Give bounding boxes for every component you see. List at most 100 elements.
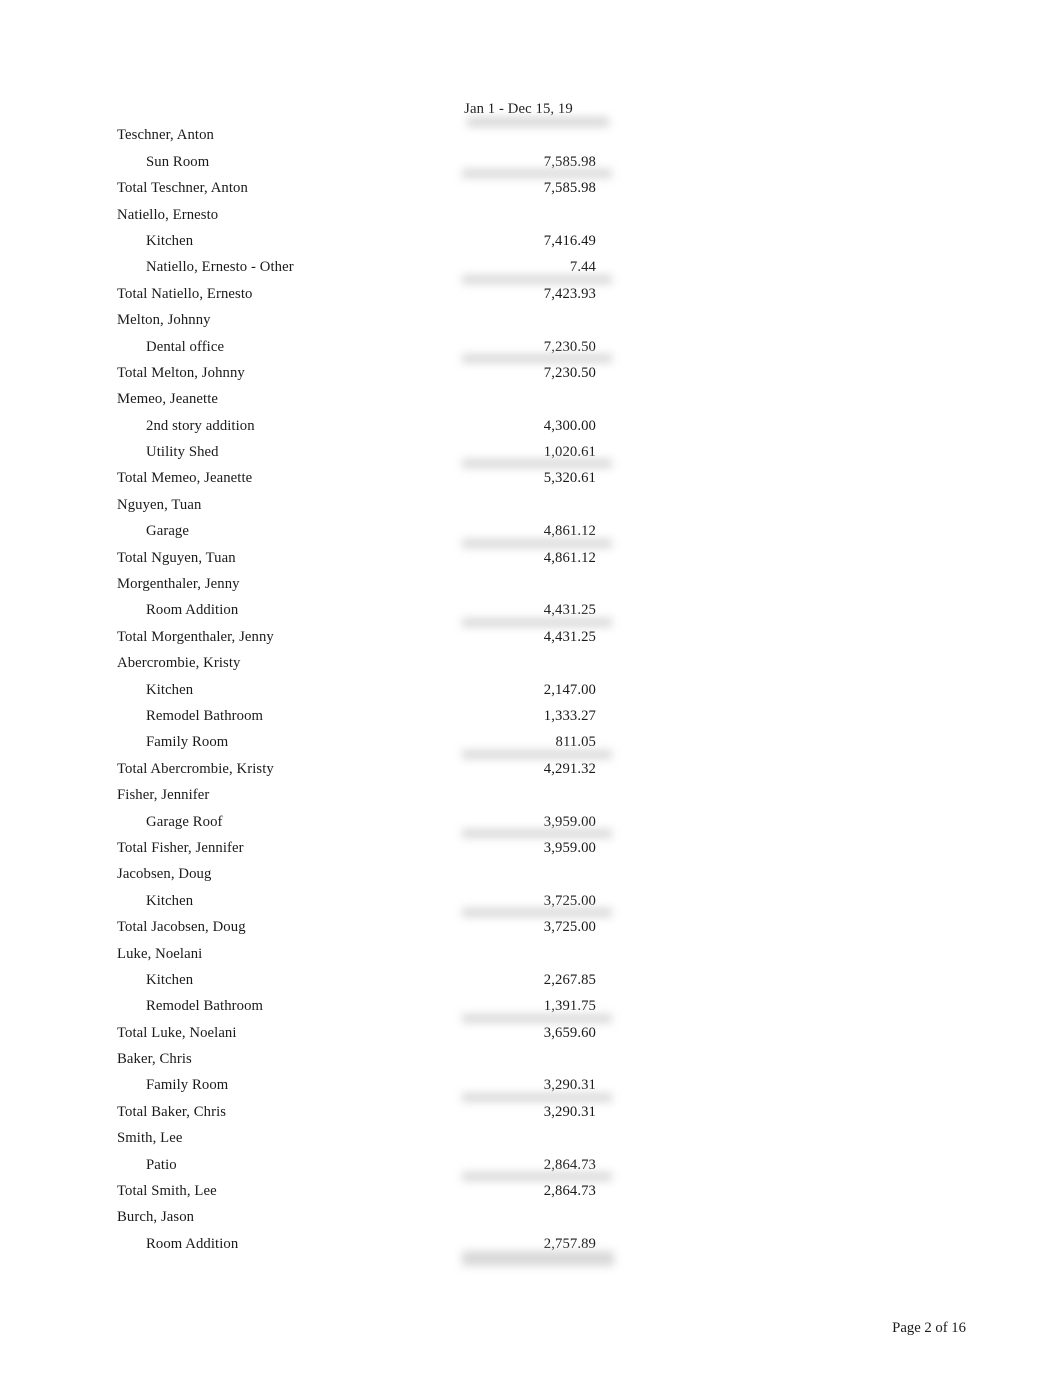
row-amount: 4,300.00 bbox=[543, 417, 596, 434]
row-label: Total Morgenthaler, Jenny bbox=[117, 628, 274, 645]
row-amount: 3,725.00 bbox=[543, 892, 596, 909]
customer-total-row: Total Morgenthaler, Jenny 4,431.25 bbox=[117, 624, 617, 650]
customer-row: Natiello, Ernesto bbox=[117, 202, 617, 228]
row-label: Sun Room bbox=[146, 153, 210, 170]
job-row: Utility Shed 1,020.61 bbox=[117, 439, 617, 469]
customer-total-row: Total Teschner, Anton 7,585.98 bbox=[117, 175, 617, 201]
customer-row: Abercrombie, Kristy bbox=[117, 650, 617, 676]
report-table: Jan 1 - Dec 15, 19 Teschner, Anton Sun Ro… bbox=[117, 96, 617, 1267]
job-row: Family Room 3,290.31 bbox=[117, 1072, 617, 1102]
job-row: Kitchen 3,725.00 bbox=[117, 888, 617, 918]
row-label: Nguyen, Tuan bbox=[117, 496, 202, 513]
row-amount: 4,861.12 bbox=[543, 549, 596, 566]
row-label: Natiello, Ernesto - Other bbox=[146, 259, 294, 276]
row-label: Melton, Johnny bbox=[117, 312, 211, 329]
row-amount: 5,320.61 bbox=[543, 470, 596, 487]
job-row: Patio 2,864.73 bbox=[117, 1152, 617, 1182]
report-page: Jan 1 - Dec 15, 19 Teschner, Anton Sun Ro… bbox=[0, 0, 1062, 1376]
row-label: Teschner, Anton bbox=[117, 127, 214, 144]
row-amount: 7,416.49 bbox=[543, 232, 596, 249]
row-amount: 7.44 bbox=[569, 259, 596, 276]
row-amount: 3,290.31 bbox=[543, 1103, 596, 1120]
row-amount: 4,431.25 bbox=[543, 628, 596, 645]
row-label: Kitchen bbox=[146, 232, 194, 249]
job-row: Kitchen 2,267.85 bbox=[117, 967, 617, 993]
customer-row: Nguyen, Tuan bbox=[117, 492, 617, 518]
report-column-header-row: Jan 1 - Dec 15, 19 bbox=[117, 96, 617, 128]
customer-total-row: Total Melton, Johnny 7,230.50 bbox=[117, 360, 617, 386]
customer-row: Teschner, Anton bbox=[117, 122, 617, 148]
report-rows: Teschner, Anton Sun Room 7,585.98 Total Tes… bbox=[117, 122, 617, 1267]
row-amount: 811.05 bbox=[555, 734, 596, 751]
customer-total-row: Total Luke, Noelani 3,659.60 bbox=[117, 1020, 617, 1046]
row-amount: 3,959.00 bbox=[543, 813, 596, 830]
customer-row: Baker, Chris bbox=[117, 1046, 617, 1072]
row-label: Utility Shed bbox=[146, 444, 219, 461]
job-row: Dental office 7,230.50 bbox=[117, 334, 617, 363]
row-label: Smith, Lee bbox=[117, 1130, 183, 1147]
row-label: Garage Roof bbox=[146, 813, 223, 830]
row-label: Baker, Chris bbox=[117, 1051, 192, 1068]
row-label: Total Luke, Noelani bbox=[117, 1024, 237, 1041]
job-row: Remodel Bathroom 1,333.27 bbox=[117, 703, 617, 729]
row-amount: 3,290.31 bbox=[543, 1077, 596, 1094]
customer-total-row: Total Natiello, Ernesto 7,423.93 bbox=[117, 281, 617, 307]
customer-total-row: Total Baker, Chris 3,290.31 bbox=[117, 1099, 617, 1125]
row-amount: 4,291.32 bbox=[543, 760, 596, 777]
customer-total-row: Total Smith, Lee 2,864.73 bbox=[117, 1178, 617, 1204]
row-amount: 7,230.50 bbox=[543, 338, 596, 355]
row-label: Total Natiello, Ernesto bbox=[117, 285, 253, 302]
row-label: Family Room bbox=[146, 1077, 229, 1094]
customer-row: Melton, Johnny bbox=[117, 307, 617, 333]
row-amount: 1,333.27 bbox=[543, 707, 596, 724]
row-label: Patio bbox=[146, 1156, 177, 1173]
job-row: Kitchen 7,416.49 bbox=[117, 228, 617, 254]
customer-row: Memeo, Jeanette bbox=[117, 386, 617, 412]
row-amount: 2,267.85 bbox=[543, 971, 596, 988]
customer-total-row: Total Nguyen, Tuan 4,861.12 bbox=[117, 545, 617, 571]
row-label: Total Smith, Lee bbox=[117, 1183, 217, 1200]
row-label: Room Addition bbox=[146, 602, 239, 619]
row-label: Kitchen bbox=[146, 971, 194, 988]
row-amount: 7,585.98 bbox=[543, 153, 596, 170]
customer-row: Luke, Noelani bbox=[117, 941, 617, 967]
row-label: Burch, Jason bbox=[117, 1209, 195, 1226]
row-amount: 2,864.73 bbox=[543, 1183, 596, 1200]
job-row: Natiello, Ernesto - Other 7.44 bbox=[117, 254, 617, 284]
row-amount: 3,959.00 bbox=[543, 839, 596, 856]
row-label: Memeo, Jeanette bbox=[117, 391, 219, 408]
page-footer: Page 2 of 16 bbox=[892, 1320, 966, 1336]
customer-row: Morgenthaler, Jenny bbox=[117, 571, 617, 597]
job-row: 2nd story addition 4,300.00 bbox=[117, 413, 617, 439]
row-amount: 2,147.00 bbox=[543, 681, 596, 698]
row-amount: 7,585.98 bbox=[543, 180, 596, 197]
row-amount: 4,861.12 bbox=[543, 523, 596, 540]
row-amount: 2,757.89 bbox=[543, 1235, 596, 1252]
row-label: Total Jacobsen, Doug bbox=[117, 919, 246, 936]
customer-total-row: Total Fisher, Jennifer 3,959.00 bbox=[117, 835, 617, 861]
row-label: Dental office bbox=[146, 338, 225, 355]
row-label: Total Baker, Chris bbox=[117, 1103, 227, 1120]
customer-total-row: Total Jacobsen, Doug 3,725.00 bbox=[117, 914, 617, 940]
row-label: Kitchen bbox=[146, 892, 194, 909]
row-label: Total Abercrombie, Kristy bbox=[117, 760, 274, 777]
row-label: Total Memeo, Jeanette bbox=[117, 470, 253, 487]
row-amount: 1,020.61 bbox=[543, 444, 596, 461]
row-label: Total Nguyen, Tuan bbox=[117, 549, 236, 566]
job-row: Kitchen 2,147.00 bbox=[117, 677, 617, 703]
row-label: Remodel Bathroom bbox=[146, 707, 264, 724]
job-row: Family Room 811.05 bbox=[117, 729, 617, 759]
row-label: Family Room bbox=[146, 734, 229, 751]
row-amount: 1,391.75 bbox=[543, 998, 596, 1015]
row-label: Luke, Noelani bbox=[117, 945, 203, 962]
row-amount: 4,431.25 bbox=[543, 602, 596, 619]
row-label: Total Melton, Johnny bbox=[117, 364, 245, 381]
customer-row: Smith, Lee bbox=[117, 1125, 617, 1151]
customer-row: Jacobsen, Doug bbox=[117, 861, 617, 887]
row-label: Morgenthaler, Jenny bbox=[117, 576, 240, 593]
row-amount: 7,423.93 bbox=[543, 285, 596, 302]
period-header: Jan 1 - Dec 15, 19 bbox=[464, 101, 573, 117]
row-amount: 7,230.50 bbox=[543, 364, 596, 381]
job-row: Garage 4,861.12 bbox=[117, 518, 617, 548]
row-label: Fisher, Jennifer bbox=[117, 787, 210, 804]
